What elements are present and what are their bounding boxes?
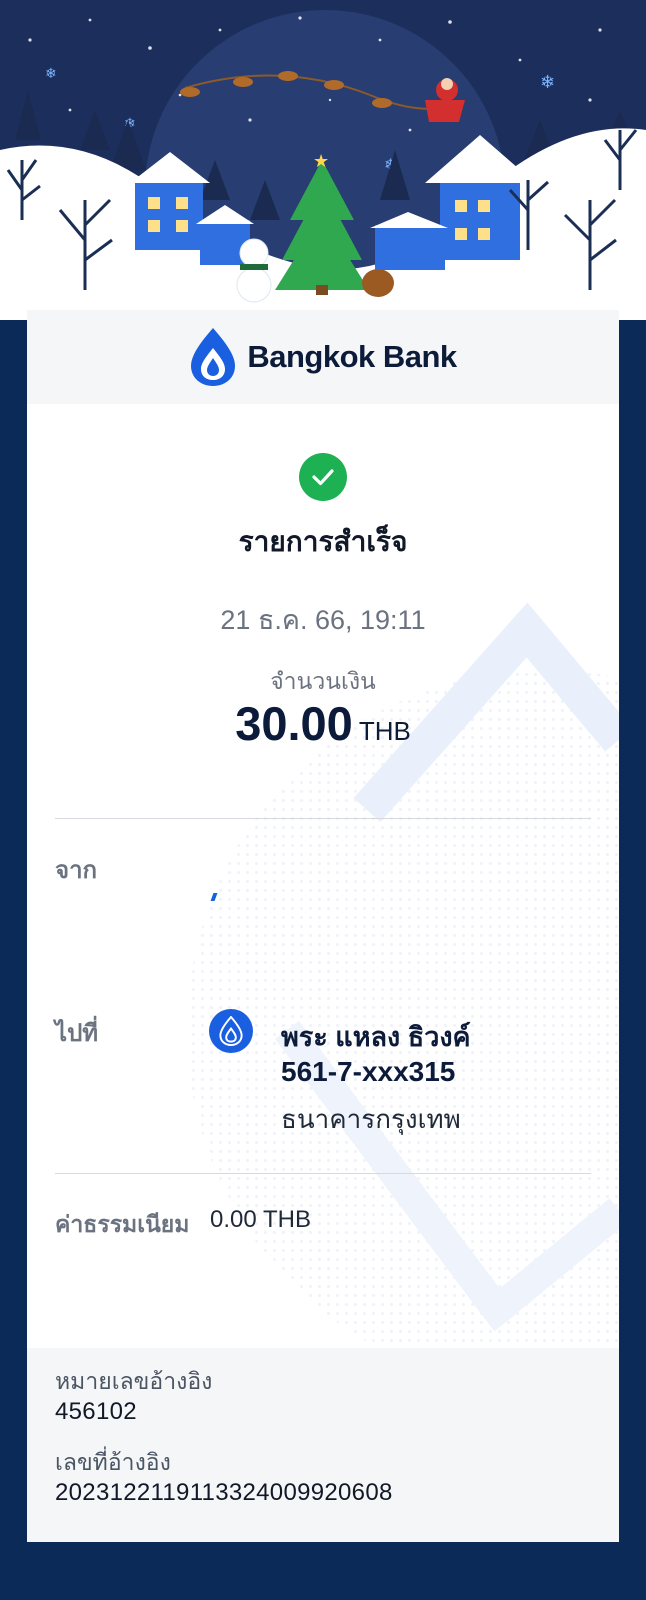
check-circle-icon	[299, 453, 347, 501]
amount-currency: THB	[358, 716, 411, 746]
amount-row: 30.00 THB	[27, 696, 619, 751]
status-title: รายการสำเร็จ	[238, 526, 408, 557]
amount-label: จำนวนเงิน	[270, 668, 376, 694]
reference-panel: หมายเลขอ้างอิง 456102 เลขที่อ้างอิง 2023…	[27, 1348, 619, 1542]
divider	[55, 818, 591, 819]
brand-header: Bangkok Bank	[27, 310, 619, 404]
transaction-datetime: 21 ธ.ค. 66, 19:11	[220, 605, 426, 635]
to-label: ไปที่	[55, 1020, 99, 1047]
recipient-bank: ธนาคารกรุงเทพ	[281, 1104, 461, 1134]
reference-number-value: 456102	[55, 1398, 137, 1425]
reference-id-value: 2023122119113324009920608	[55, 1479, 393, 1506]
recipient-account: 561-7-xxx315	[281, 1056, 456, 1087]
fee-label: ค่าธรรมเนียม	[55, 1211, 190, 1237]
lotus-logo-icon	[191, 328, 236, 386]
christmas-village-illustration: ❄ ❄ ❄ ❄	[0, 0, 646, 320]
divider	[55, 1173, 591, 1174]
svg-text:❄: ❄	[540, 72, 555, 92]
from-account-mark	[210, 893, 218, 901]
svg-text:★: ★	[313, 151, 329, 171]
recipient-name: พระ แหลง ธิวงค์	[281, 1022, 471, 1052]
reference-number-label: หมายเลขอ้างอิง	[55, 1368, 213, 1394]
from-label: จาก	[55, 857, 98, 884]
svg-text:❄: ❄	[45, 65, 57, 81]
receipt-card: Bangkok Bank รายการสำเร็จ 21 ธ.ค. 66, 19…	[27, 310, 619, 1542]
amount-value: 30.00	[235, 697, 353, 750]
fee-value: 0.00 THB	[210, 1206, 311, 1233]
brand-name: Bangkok Bank	[247, 339, 457, 374]
christmas-banner: ❄ ❄ ❄ ❄	[0, 0, 646, 320]
reference-id-label: เลขที่อ้างอิง	[55, 1449, 171, 1475]
bank-logo-icon	[209, 1009, 253, 1053]
